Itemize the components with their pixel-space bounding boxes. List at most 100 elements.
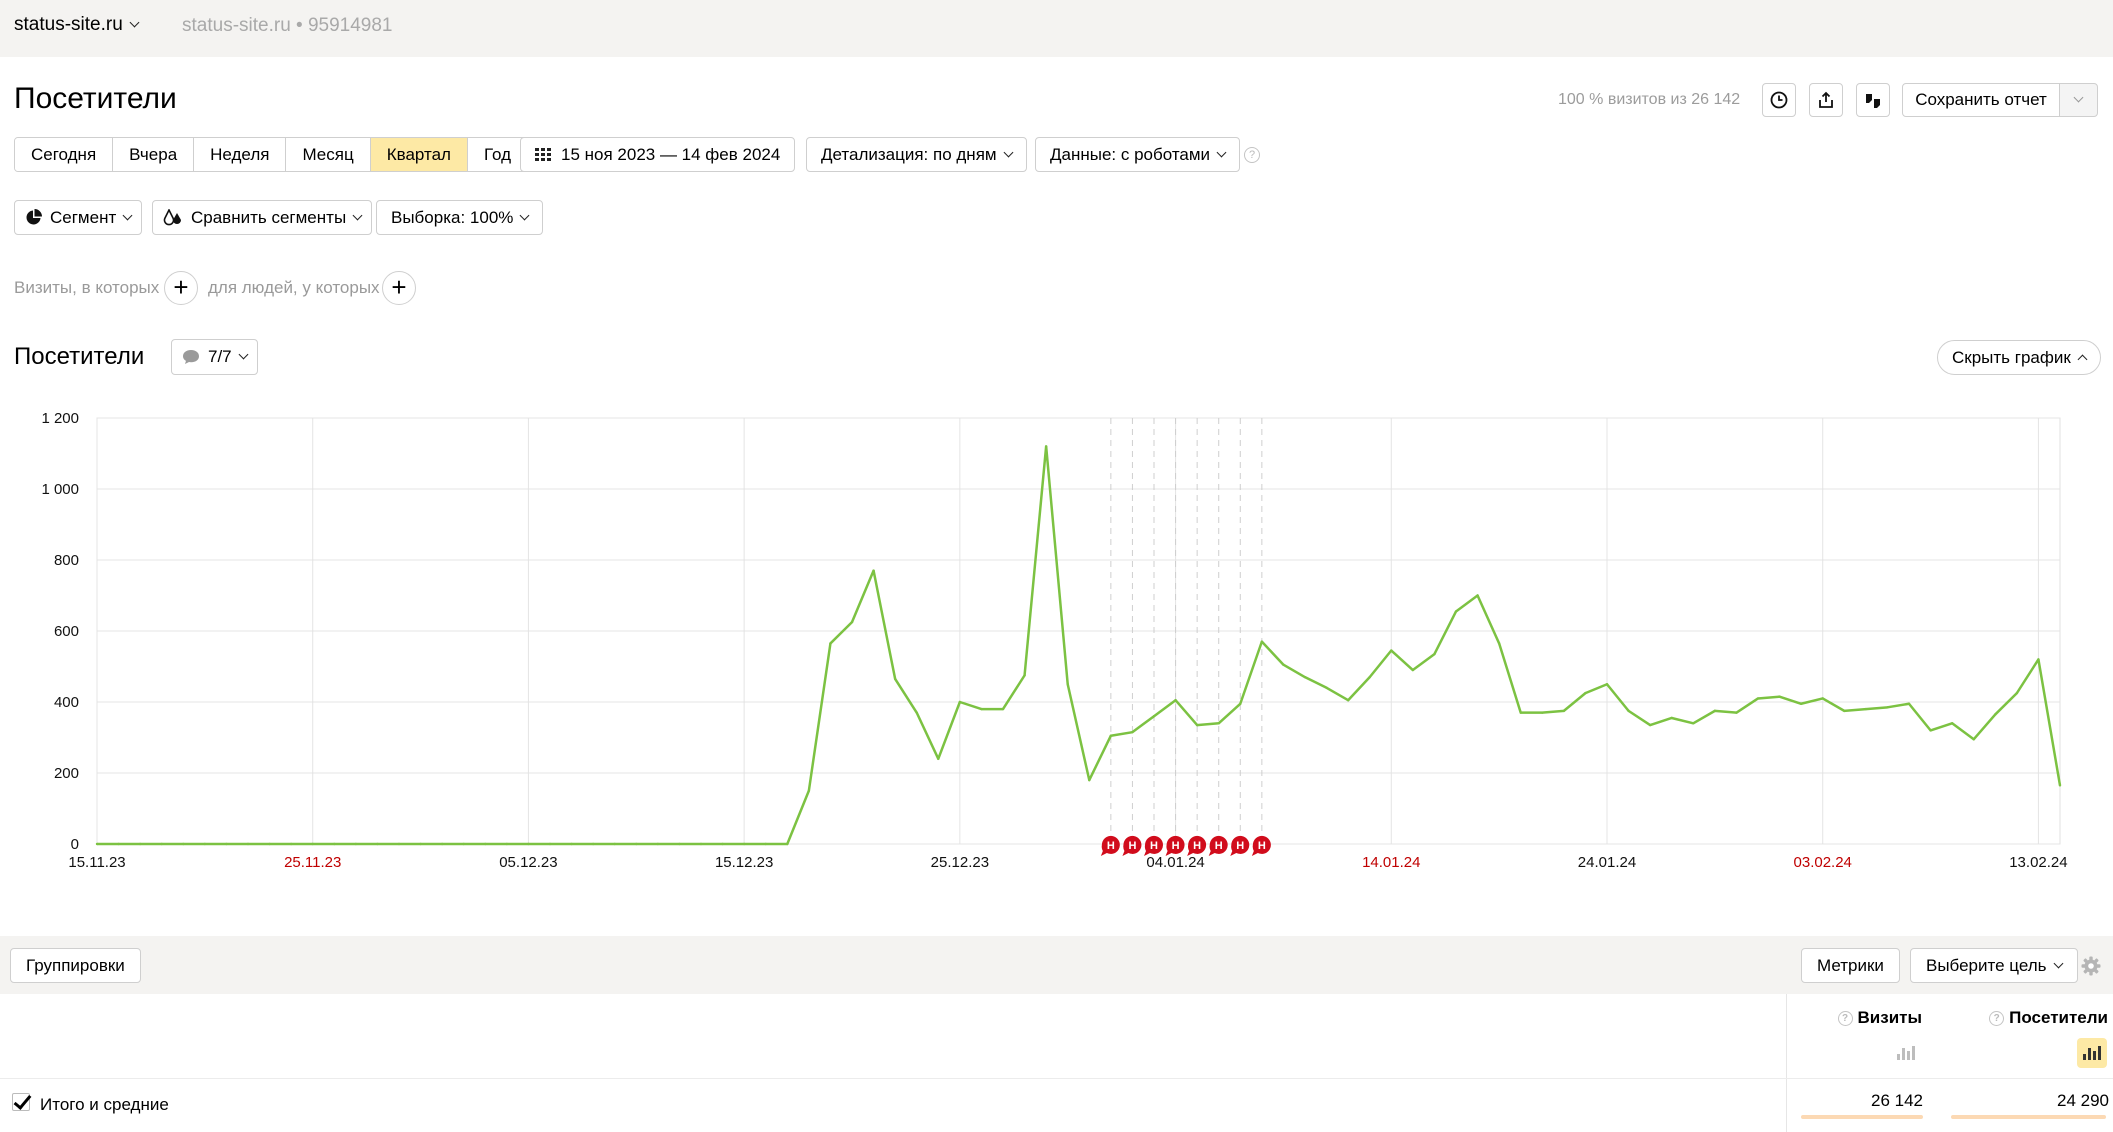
- hide-chart-button[interactable]: Скрыть график: [1937, 340, 2101, 375]
- notes-select[interactable]: 7/7: [171, 339, 258, 375]
- data-point: [829, 642, 832, 645]
- x-tick-label: 15.11.23: [68, 854, 125, 871]
- add-people-filter-button[interactable]: +: [382, 271, 416, 305]
- notes-count: 7/7: [208, 347, 232, 366]
- visits-chart-toggle[interactable]: [1891, 1038, 1921, 1068]
- data-point: [311, 842, 314, 846]
- column-header-visits[interactable]: ? Визиты: [1837, 1008, 1922, 1028]
- total-visits-value: 26 142: [1871, 1091, 1923, 1110]
- annotation-marker[interactable]: Н: [1187, 835, 1207, 856]
- date-range-picker[interactable]: 15 ноя 2023 — 14 фев 2024: [520, 137, 796, 172]
- date-range-label: 15 ноя 2023 — 14 фев 2024: [561, 144, 781, 164]
- data-point: [1886, 706, 1889, 709]
- annotation-marker[interactable]: Н: [1122, 835, 1142, 856]
- annotation-marker[interactable]: Н: [1165, 835, 1185, 856]
- data-point: [1109, 734, 1113, 737]
- data-point: [1584, 691, 1587, 695]
- x-tick-label: 13.02.24: [2009, 854, 2067, 871]
- data-point: [1497, 642, 1501, 645]
- data-point: [1605, 683, 1609, 686]
- data-point: [1735, 711, 1738, 714]
- gear-icon[interactable]: [2081, 956, 2101, 976]
- groupings-button[interactable]: Группировки: [10, 948, 141, 983]
- totals-checkbox[interactable]: [12, 1093, 30, 1111]
- data-point: [1044, 445, 1048, 448]
- data-point: [1692, 722, 1695, 725]
- data-point: [915, 711, 918, 714]
- goal-select[interactable]: Выберите цель: [1910, 948, 2078, 983]
- y-tick-label: 1 200: [41, 410, 79, 427]
- data-point: [807, 789, 811, 792]
- column-header-visitors[interactable]: ? Посетители: [1989, 1008, 2108, 1028]
- period-button[interactable]: Вчера: [113, 138, 195, 171]
- data-point: [1541, 711, 1544, 714]
- annotation-marker[interactable]: Н: [1100, 835, 1120, 856]
- annotation-marker[interactable]: Н: [1144, 835, 1163, 856]
- data-point: [1239, 702, 1242, 705]
- detail-label: Детализация: по дням: [821, 144, 997, 164]
- data-point: [1411, 668, 1415, 672]
- data-point: [440, 842, 444, 846]
- data-point: [872, 569, 875, 572]
- data-point: [786, 842, 789, 846]
- period-button[interactable]: Неделя: [194, 138, 287, 171]
- page-title: Посетители: [14, 82, 177, 115]
- data-point: [1864, 707, 1868, 711]
- annotation-label: Н: [1236, 840, 1244, 852]
- save-options-button[interactable]: [2059, 83, 2098, 117]
- annotation-marker[interactable]: Н: [1208, 835, 1228, 856]
- data-point: [117, 842, 120, 846]
- period-button[interactable]: Сегодня: [15, 138, 114, 171]
- add-visit-filter-button[interactable]: +: [164, 271, 198, 305]
- period-button[interactable]: Квартал: [370, 138, 468, 171]
- data-point: [1799, 702, 1803, 705]
- data-point: [1756, 697, 1760, 700]
- site-selector[interactable]: status-site.ru: [14, 14, 140, 36]
- chart-title: Посетители: [14, 343, 145, 370]
- compare-mode-button[interactable]: [1856, 83, 1890, 117]
- segment-select[interactable]: Сегмент: [14, 200, 143, 235]
- period-button[interactable]: Год: [467, 138, 528, 171]
- annotation-label: Н: [1128, 840, 1136, 852]
- period-button[interactable]: Месяц: [286, 138, 371, 171]
- data-point: [419, 842, 422, 846]
- data-point: [225, 842, 228, 846]
- data-point: [1195, 723, 1199, 727]
- data-point: [1174, 699, 1177, 702]
- help-icon[interactable]: ?: [1989, 1010, 2005, 1026]
- visitors-line-chart: 0 200 400 600 800 1 000 1 200 15.11.23 25.11.23 0…: [41, 410, 2067, 871]
- chevron-down-icon: [129, 17, 140, 28]
- data-point: [1778, 695, 1781, 698]
- column-divider: [1786, 994, 1787, 1132]
- y-tick-label: 800: [54, 552, 79, 569]
- y-tick-label: 200: [54, 765, 79, 782]
- total-visitors-value: 24 290: [2057, 1091, 2109, 1110]
- data-point: [1131, 730, 1134, 734]
- annotation-label: Н: [1193, 840, 1201, 852]
- sample-select[interactable]: Выборка: 100%: [376, 200, 544, 235]
- data-point: [160, 842, 163, 846]
- help-icon[interactable]: ?: [1244, 147, 1260, 163]
- metrics-button[interactable]: Метрики: [1801, 948, 1900, 983]
- export-button[interactable]: [1809, 83, 1843, 117]
- annotation-label: Н: [1150, 840, 1158, 852]
- series-line: [97, 445, 2062, 846]
- history-button[interactable]: [1762, 83, 1796, 117]
- data-point: [1152, 715, 1156, 718]
- data-point: [1023, 674, 1026, 677]
- save-report-button[interactable]: Сохранить отчет: [1902, 83, 2060, 117]
- data-point: [1390, 649, 1393, 652]
- annotation-marker[interactable]: Н: [1230, 835, 1250, 856]
- totals-row-label: Итого и средние: [40, 1095, 169, 1114]
- x-tick-label: 25.12.23: [931, 854, 989, 871]
- annotation-marker[interactable]: Н: [1251, 835, 1271, 856]
- data-select[interactable]: Данные: с роботами: [1035, 137, 1241, 172]
- data-point: [138, 842, 142, 846]
- help-icon[interactable]: ?: [1837, 1010, 1853, 1026]
- data-point: [505, 842, 509, 846]
- data-point: [699, 842, 703, 846]
- visitors-chart-toggle[interactable]: [2077, 1038, 2107, 1068]
- chevron-down-icon: [122, 210, 133, 220]
- detail-select[interactable]: Детализация: по дням: [806, 137, 1027, 172]
- compare-segments-select[interactable]: Сравнить сегменты: [152, 200, 373, 235]
